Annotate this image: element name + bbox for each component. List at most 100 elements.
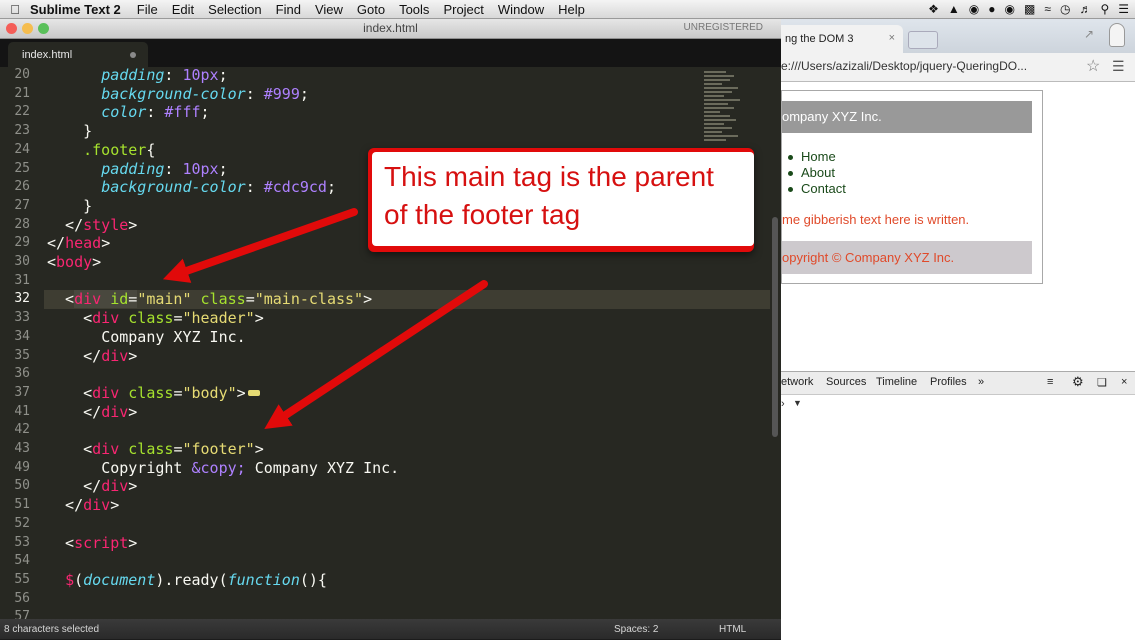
drive-icon[interactable]: ▲ xyxy=(948,2,960,16)
menu-window[interactable]: Window xyxy=(498,2,544,17)
menu-help[interactable]: Help xyxy=(558,2,585,17)
line-number: 21 xyxy=(14,85,30,101)
code-line: } xyxy=(83,122,93,141)
address-bar[interactable]: e:///Users/azizali/Desktop/jquery-Querin… xyxy=(781,59,1027,73)
menu-file[interactable]: File xyxy=(137,2,158,17)
line-number: 56 xyxy=(14,590,30,606)
devtools-tab-sources[interactable]: Sources xyxy=(826,376,866,388)
mac-menubar:  Sublime Text 2 File Edit Selection Fin… xyxy=(0,0,1135,19)
browser-toolbar: e:///Users/azizali/Desktop/jquery-Querin… xyxy=(781,53,1135,82)
code-line: </div> xyxy=(47,346,138,365)
code-line: $(document).ready(function(){ xyxy=(65,570,327,589)
devtools-tab-network[interactable]: etwork xyxy=(781,376,813,388)
line-number: 25 xyxy=(14,160,30,176)
line-number: 36 xyxy=(14,366,30,382)
menu-view[interactable]: View xyxy=(315,2,343,17)
menu-find[interactable]: Find xyxy=(276,2,301,17)
rendered-page: ompany XYZ Inc. Home About Contact me gi… xyxy=(781,90,1043,284)
line-number: 24 xyxy=(14,141,30,157)
line-number: 49 xyxy=(14,459,30,475)
tab-label: index.html xyxy=(22,49,73,61)
code-line: } xyxy=(83,196,93,215)
wifi-icon[interactable]: ≈ xyxy=(1044,2,1051,16)
bookmark-star-icon[interactable]: ☆ xyxy=(1086,56,1100,76)
menu-tools[interactable]: Tools xyxy=(399,2,429,17)
fullscreen-icon[interactable]: ↗ xyxy=(1084,27,1094,41)
page-header: ompany XYZ Inc. xyxy=(782,101,1032,133)
profile-icon[interactable] xyxy=(1109,23,1125,47)
window-title: index.html xyxy=(363,21,418,35)
line-number: 51 xyxy=(14,497,30,513)
menu-selection[interactable]: Selection xyxy=(208,2,261,17)
line-number: 33 xyxy=(14,310,30,326)
menu-project[interactable]: Project xyxy=(443,2,483,17)
new-tab-button[interactable] xyxy=(908,31,938,49)
line-number: 52 xyxy=(14,515,30,531)
list-icon[interactable]: ☰ xyxy=(1118,2,1129,16)
volume-icon[interactable]: ♬ xyxy=(1079,2,1091,16)
sublime-titlebar: index.html UNREGISTERED xyxy=(0,19,781,39)
devtools-tab-timeline[interactable]: Timeline xyxy=(876,376,917,388)
sublime-window: index.html UNREGISTERED index.html 20 21… xyxy=(0,19,781,639)
line-number: 22 xyxy=(14,104,30,120)
clock-icon[interactable]: ◷ xyxy=(1060,2,1070,16)
devtools-close-icon[interactable]: × xyxy=(1121,376,1127,388)
line-number-current: 32 xyxy=(14,291,30,307)
tab-index-html[interactable]: index.html xyxy=(8,42,148,67)
line-number: 27 xyxy=(14,197,30,213)
browser-tab-title: ng the DOM 3 xyxy=(785,33,854,45)
status-tray: ❖ ▲ ◉ ● ◉ ▩ ≈ ◷ ♬ ⚲ ☰ xyxy=(928,0,1129,18)
record-icon[interactable]: ◉ xyxy=(1005,2,1015,16)
settings-gear-icon[interactable]: ⚙ xyxy=(1072,374,1084,390)
line-number: 42 xyxy=(14,422,30,438)
menu-goto[interactable]: Goto xyxy=(357,2,385,17)
syntax-setting[interactable]: HTML xyxy=(719,624,746,635)
code-line: Copyright &copy; Company XYZ Inc. xyxy=(101,458,400,477)
nav-link-about[interactable]: About xyxy=(788,165,846,181)
tab-close-icon[interactable]: × xyxy=(889,32,895,44)
line-number: 26 xyxy=(14,179,30,195)
indent-setting[interactable]: Spaces: 2 xyxy=(614,624,658,635)
vertical-scrollbar[interactable] xyxy=(770,67,781,619)
browser-window: ng the DOM 3 × ↗ e:///Users/azizali/Desk… xyxy=(781,19,1135,640)
line-number: 34 xyxy=(14,328,30,344)
browser-tab[interactable]: ng the DOM 3 × xyxy=(781,25,903,53)
frame-dropdown-icon[interactable]: ▼ xyxy=(793,398,802,408)
evernote-icon[interactable]: ◉ xyxy=(969,2,979,16)
line-number: 37 xyxy=(14,384,30,400)
code-line: background-color: #cdc9cd; xyxy=(101,178,336,197)
fold-marker-icon[interactable] xyxy=(247,390,260,397)
code-line: </div> xyxy=(47,496,120,515)
page-body-text: me gibberish text here is written. xyxy=(782,212,970,227)
code-line: </head> xyxy=(47,234,111,253)
callout-line-1: This main tag is the parent xyxy=(384,161,714,192)
code-line: background-color: #999; xyxy=(101,84,309,103)
nav-link-home[interactable]: Home xyxy=(788,149,846,165)
devtools-tabbar: etwork Sources Timeline Profiles » ≡ ⚙ ❏… xyxy=(781,372,1135,395)
devtools-more-icon[interactable]: » xyxy=(978,376,984,388)
spotlight-icon[interactable]: ⚲ xyxy=(1100,2,1109,16)
devtools-panel: etwork Sources Timeline Profiles » ≡ ⚙ ❏… xyxy=(781,371,1135,640)
code-line: <div class="footer"> xyxy=(47,440,264,458)
browser-menu-icon[interactable]: ☰ xyxy=(1112,58,1125,75)
line-number: 43 xyxy=(14,441,30,456)
tab-modified-dot-icon[interactable] xyxy=(130,52,136,58)
apple-icon[interactable]:  xyxy=(0,2,30,17)
scrollbar-thumb[interactable] xyxy=(772,217,778,437)
unregistered-label: UNREGISTERED xyxy=(683,22,763,33)
nav-link-contact[interactable]: Contact xyxy=(788,181,846,197)
battery-icon[interactable]: ▩ xyxy=(1024,2,1035,16)
code-line: <body> xyxy=(47,253,102,271)
app-menu-name[interactable]: Sublime Text 2 xyxy=(30,2,121,17)
code-line: padding: 10px; xyxy=(101,159,228,178)
notification-icon[interactable]: ● xyxy=(988,2,995,16)
callout-line-2: of the footer tag xyxy=(384,199,581,230)
code-line: <script> xyxy=(47,533,138,552)
devtools-tab-profiles[interactable]: Profiles xyxy=(930,376,967,388)
code-line: </div> xyxy=(47,402,138,421)
console-drawer-icon[interactable]: ≡ xyxy=(1047,376,1053,388)
menu-edit[interactable]: Edit xyxy=(172,2,194,17)
line-number: 29 xyxy=(14,235,30,251)
dock-icon[interactable]: ❏ xyxy=(1097,376,1107,389)
dropbox-icon[interactable]: ❖ xyxy=(928,2,939,16)
